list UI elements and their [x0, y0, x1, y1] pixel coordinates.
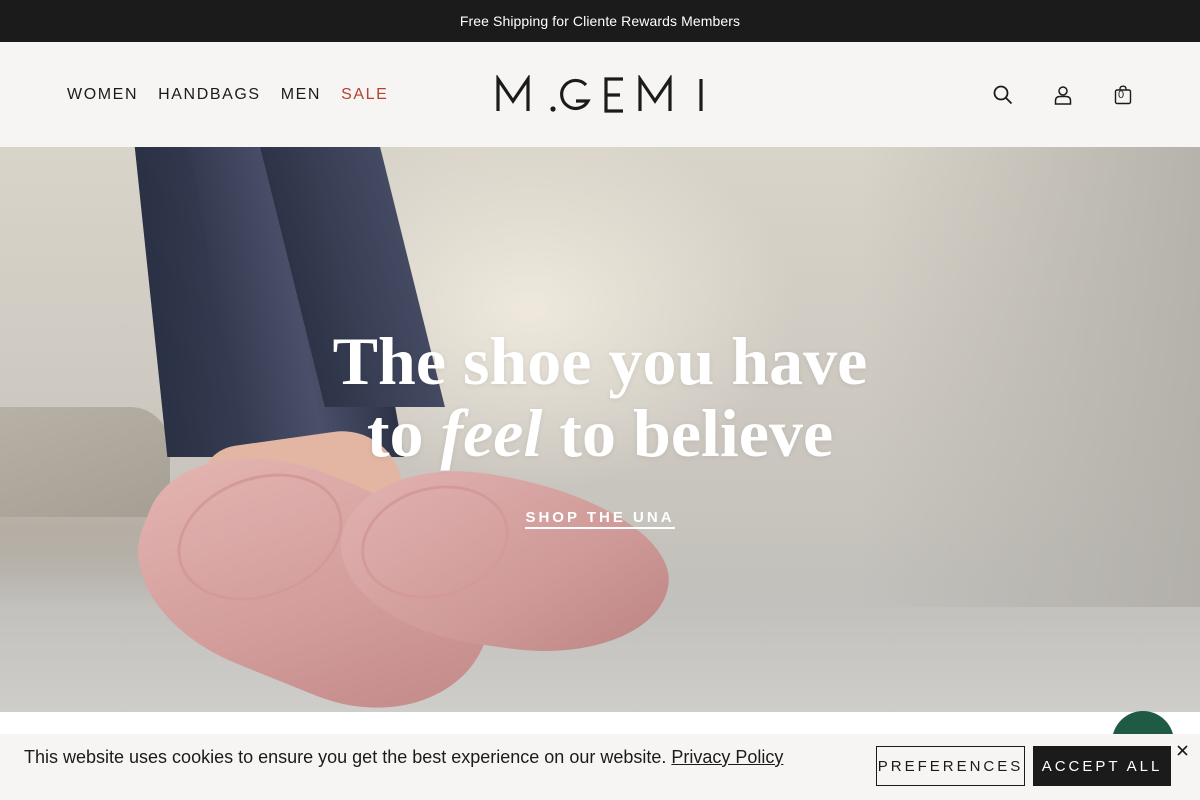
hero-headline-post: to believe [542, 395, 834, 471]
promo-text: Free Shipping for Cliente Rewards Member… [459, 13, 741, 29]
close-icon [1176, 744, 1188, 756]
hero-headline-line1: The shoe you have [332, 323, 868, 399]
m-gemi-logo [496, 75, 703, 113]
hero-headline-pre: to [366, 395, 441, 471]
cookie-message: This website uses cookies to ensure you … [24, 746, 783, 768]
hero-banner[interactable]: The shoe you have to feel to believe SHO… [0, 147, 1200, 712]
account-button[interactable] [1052, 84, 1074, 106]
main-nav: Women Handbags Men Sale [67, 86, 408, 104]
search-button[interactable] [992, 84, 1014, 106]
cookie-banner: This website uses cookies to ensure you … [0, 734, 1200, 800]
site-header: Women Handbags Men Sale [0, 42, 1200, 147]
nav-sale[interactable]: Sale [341, 86, 388, 104]
cookie-text: This website uses cookies to ensure you … [24, 747, 667, 767]
nav-handbags[interactable]: Handbags [158, 86, 261, 104]
cart-count: 0 [1117, 89, 1125, 101]
shop-the-una-link[interactable]: SHOP THE UNA [525, 509, 675, 529]
close-cookie-button[interactable] [1174, 742, 1190, 758]
logo[interactable] [496, 75, 706, 115]
user-icon [1054, 86, 1072, 105]
nav-women[interactable]: Women [67, 86, 138, 104]
accept-all-button[interactable]: ACCEPT ALL [1033, 746, 1171, 786]
preferences-button[interactable]: PREFERENCES [876, 746, 1025, 786]
search-icon [993, 85, 1013, 105]
privacy-policy-link[interactable]: Privacy Policy [671, 747, 783, 767]
promo-bar: Free Shipping for Cliente Rewards Member… [0, 0, 1200, 42]
hero-copy: The shoe you have to feel to believe SHO… [0, 325, 1200, 529]
cart-button[interactable]: 0 [1112, 84, 1134, 106]
hero-headline-emphasis: feel [440, 395, 543, 471]
nav-men[interactable]: Men [281, 86, 321, 104]
header-utilities: 0 [992, 82, 1134, 108]
hero-headline: The shoe you have to feel to believe [0, 325, 1200, 469]
